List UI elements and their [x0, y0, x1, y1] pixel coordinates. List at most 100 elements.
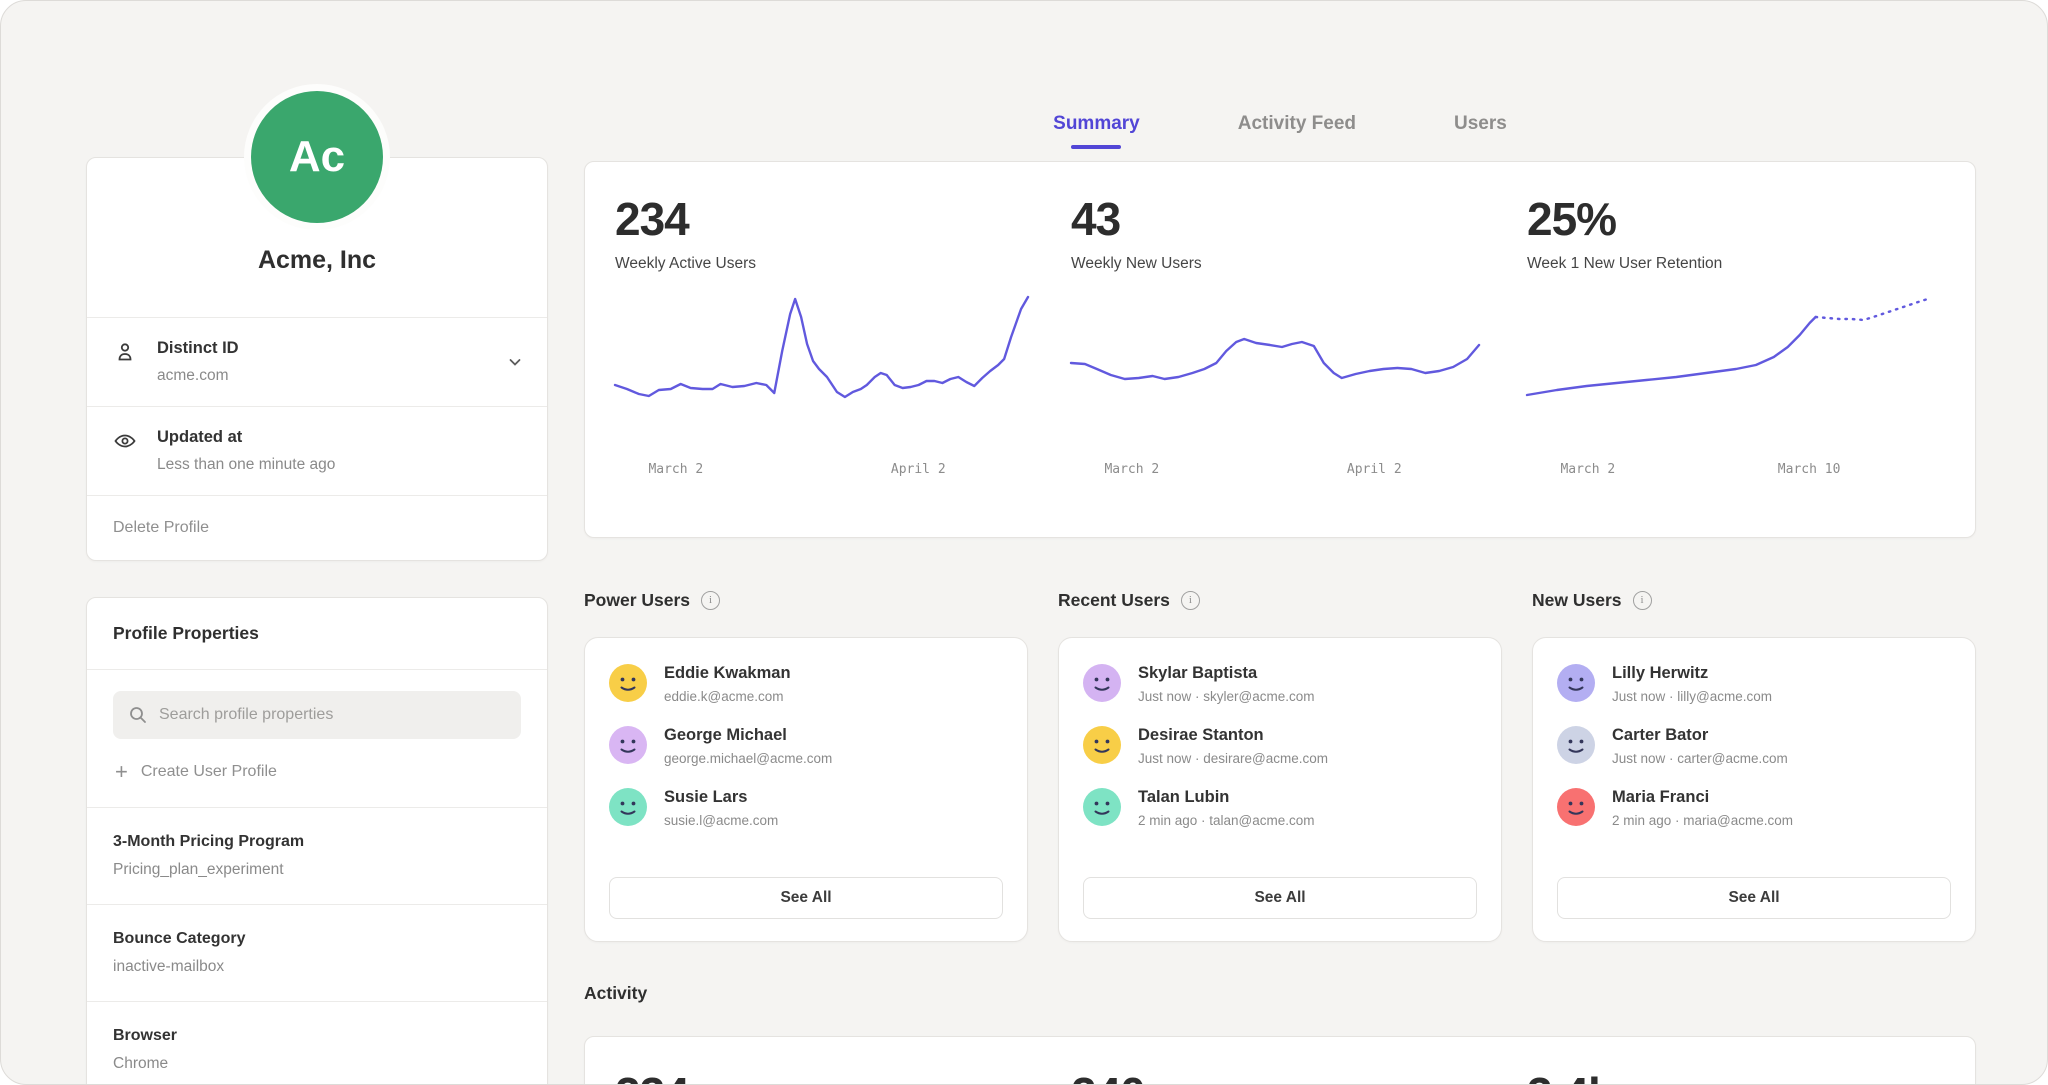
x-tick: March 2: [648, 462, 703, 477]
sparkline-chart: [1071, 289, 1489, 449]
stat-value: 240: [1071, 1067, 1489, 1085]
user-subtitle: Just now · skyler@acme.com: [1138, 689, 1315, 704]
property-value: Pricing_plan_experiment: [113, 861, 521, 879]
see-all-button[interactable]: See All: [1557, 877, 1951, 919]
user-name: Desirae Stanton: [1138, 726, 1328, 745]
user-avatar: [609, 664, 647, 702]
user-name: Lilly Herwitz: [1612, 664, 1772, 683]
updated-at-text: Updated at Less than one minute ago: [157, 428, 335, 474]
user-text: Skylar Baptista Just now · skyler@acme.co…: [1138, 664, 1315, 704]
plus-icon: +: [115, 764, 128, 780]
x-tick: March 10: [1778, 462, 1841, 477]
user-name: Maria Franci: [1612, 788, 1793, 807]
distinct-id-text: Distinct ID acme.com: [157, 339, 239, 385]
create-user-profile-button[interactable]: + Create User Profile: [87, 739, 547, 807]
activity-title: Activity: [584, 983, 647, 1004]
eye-icon: [113, 428, 157, 458]
stat-label: Weekly Active Users: [615, 255, 1033, 273]
user-text: George Michaelgeorge.michael@acme.com: [664, 726, 832, 766]
user-row[interactable]: Carter BatorJust now · carter@acme.com: [1557, 726, 1951, 766]
activity-stat: 234: [615, 1067, 1033, 1085]
see-all-button[interactable]: See All: [1083, 877, 1477, 919]
divider: [87, 669, 547, 670]
section-title: Power Users: [584, 590, 690, 611]
stat-label: Weekly New Users: [1071, 255, 1489, 273]
user-avatar: [1557, 726, 1595, 764]
user-row[interactable]: Talan Lubin2 min ago · talan@acme.com: [1083, 788, 1477, 828]
user-row[interactable]: George Michaelgeorge.michael@acme.com: [609, 726, 1003, 766]
summary-stats-card: 234Weekly Active UsersMarch 2April 243We…: [584, 161, 1976, 538]
property-row-browser[interactable]: BrowserChrome: [87, 1002, 547, 1085]
user-row[interactable]: Desirae Stanton Just now · desirare@acme.…: [1083, 726, 1477, 766]
see-all-button[interactable]: See All: [609, 877, 1003, 919]
user-avatar: [1557, 664, 1595, 702]
user-row[interactable]: Lilly Herwitz Just now · lilly@acme.com: [1557, 664, 1951, 704]
user-section-new-users: New Usersi Lilly Herwitz Just now · lilly@…: [1532, 586, 1976, 942]
user-subtitle: george.michael@acme.com: [664, 751, 832, 766]
info-icon[interactable]: i: [1181, 591, 1200, 610]
profile-properties-list: 3-Month Pricing ProgramPricing_plan_expe…: [87, 808, 547, 1085]
property-name: Bounce Category: [113, 930, 521, 948]
chevron-down-icon[interactable]: [507, 354, 523, 375]
user-subtitle: Just now · carter@acme.com: [1612, 751, 1788, 766]
section-title: Recent Users: [1058, 590, 1170, 611]
stat-label: Week 1 New User Retention: [1527, 255, 1945, 273]
user-subtitle: Just now · desirare@acme.com: [1138, 751, 1328, 766]
user-avatar: [609, 788, 647, 826]
info-icon[interactable]: i: [701, 591, 720, 610]
field-value: acme.com: [157, 367, 239, 385]
updated-at-row: Updated at Less than one minute ago: [87, 407, 547, 495]
user-name: Skylar Baptista: [1138, 664, 1315, 683]
user-row[interactable]: Susie Lars susie.l@acme.com: [609, 788, 1003, 828]
profile-properties-card: Profile Properties + Create User Profile…: [86, 597, 548, 1085]
property-row-3-month-pricing-program[interactable]: 3-Month Pricing ProgramPricing_plan_expe…: [87, 808, 547, 904]
info-icon[interactable]: i: [1633, 591, 1652, 610]
user-name: Talan Lubin: [1138, 788, 1315, 807]
user-text: Carter BatorJust now · carter@acme.com: [1612, 726, 1788, 766]
x-tick: April 2: [891, 462, 946, 477]
chart-week-1-new-user-retention: 25% Week 1 New User Retention March 2March…: [1527, 192, 1945, 537]
tab-summary[interactable]: Summary: [1053, 113, 1140, 149]
section-header: New Usersi: [1532, 586, 1976, 614]
user-row[interactable]: Maria Franci 2 min ago · maria@acme.com: [1557, 788, 1951, 828]
user-card: Lilly Herwitz Just now · lilly@acme.com Ca…: [1532, 637, 1976, 942]
user-row[interactable]: Skylar Baptista Just now · skyler@acme.co…: [1083, 664, 1477, 704]
distinct-id-row[interactable]: Distinct ID acme.com: [87, 318, 547, 406]
activity-stats-card: 234 240 3.4k: [584, 1036, 1976, 1085]
section-header: Recent Users i: [1058, 586, 1502, 614]
x-axis-ticks: March 2 April 2: [615, 460, 1033, 490]
user-text: Desirae Stanton Just now · desirare@acme.…: [1138, 726, 1328, 766]
user-avatar: [1557, 788, 1595, 826]
search-profile-properties-input[interactable]: [113, 691, 521, 739]
search-wrap: [113, 691, 521, 739]
field-label: Distinct ID: [157, 339, 239, 358]
user-name: Susie Lars: [664, 788, 778, 807]
user-text: Eddie Kwakmaneddie.k@acme.com: [664, 664, 791, 704]
tab-activity-feed[interactable]: Activity Feed: [1238, 113, 1356, 149]
user-section-recent-users: Recent Users i Skylar Baptista Just now · s…: [1058, 586, 1502, 942]
user-subtitle: 2 min ago · maria@acme.com: [1612, 813, 1793, 828]
activity-stat: 3.4k: [1527, 1067, 1945, 1085]
section-header: Power Users i: [584, 586, 1028, 614]
user-row[interactable]: Eddie Kwakmaneddie.k@acme.com: [609, 664, 1003, 704]
user-subtitle: susie.l@acme.com: [664, 813, 778, 828]
x-axis-ticks: March 2March 10: [1527, 460, 1945, 490]
delete-profile-button[interactable]: Delete Profile: [87, 496, 547, 560]
property-row-bounce-category[interactable]: Bounce Categoryinactive-mailbox: [87, 905, 547, 1001]
user-avatar: [1083, 788, 1121, 826]
user-card: Eddie Kwakmaneddie.k@acme.com George Mich…: [584, 637, 1028, 942]
stat-value: 25%: [1527, 192, 1945, 246]
x-axis-ticks: March 2 April 2: [1071, 460, 1489, 490]
field-value: Less than one minute ago: [157, 456, 335, 474]
user-sections: Power Users i Eddie Kwakmaneddie.k@acme.co…: [584, 586, 1976, 942]
stat-value: 3.4k: [1527, 1067, 1945, 1085]
tab-users[interactable]: Users: [1454, 113, 1507, 149]
x-tick: March 2: [1104, 462, 1159, 477]
user-section-power-users: Power Users i Eddie Kwakmaneddie.k@acme.co…: [584, 586, 1028, 942]
user-subtitle: Just now · lilly@acme.com: [1612, 689, 1772, 704]
x-tick: April 2: [1347, 462, 1402, 477]
person-icon: [113, 339, 157, 369]
app-window: Ac Acme, Inc Distinct ID acme.com: [0, 0, 2048, 1085]
search-icon: [128, 705, 148, 730]
property-name: Browser: [113, 1027, 521, 1045]
